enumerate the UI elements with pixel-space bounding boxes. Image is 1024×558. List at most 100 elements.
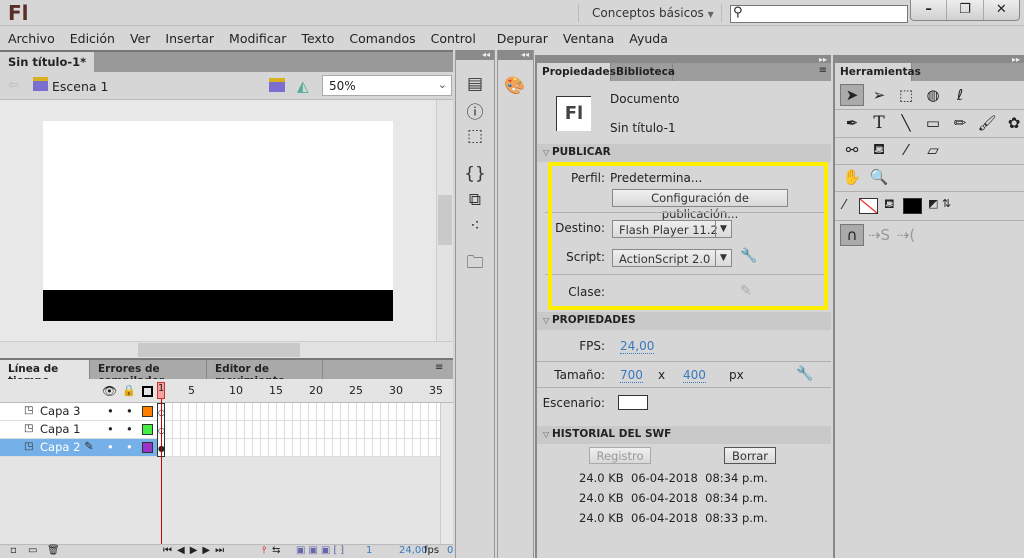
stroke-color-swatch[interactable] bbox=[859, 198, 878, 214]
edit-scene-icon[interactable] bbox=[269, 78, 285, 92]
visibility-dot[interactable]: • bbox=[107, 422, 114, 436]
stage-color-swatch[interactable] bbox=[618, 395, 648, 410]
loop-icon[interactable]: ⇆ bbox=[272, 545, 280, 556]
motion-presets-icon[interactable]: ⁖ bbox=[462, 214, 488, 238]
layer-row[interactable]: ◳ Capa 1 • • bbox=[0, 421, 157, 439]
visibility-dot[interactable]: • bbox=[107, 440, 114, 454]
center-frame-icon[interactable]: ⫯ bbox=[262, 545, 266, 556]
menu-depurar[interactable]: Depurar bbox=[497, 31, 548, 46]
timeline-scrollbar[interactable] bbox=[440, 403, 453, 544]
tab-library[interactable]: Biblioteca bbox=[611, 63, 675, 81]
menu-ventana[interactable]: Ventana bbox=[563, 31, 614, 46]
zoom-tool-icon[interactable]: 🔍 bbox=[867, 166, 891, 188]
lock-dot[interactable]: • bbox=[126, 440, 133, 454]
layer-color[interactable] bbox=[142, 424, 153, 435]
menu-texto[interactable]: Texto bbox=[301, 31, 334, 46]
eye-icon[interactable]: 👁 bbox=[102, 384, 117, 398]
scroll-thumb[interactable] bbox=[138, 343, 300, 357]
frame-row[interactable] bbox=[165, 439, 440, 457]
text-tool-icon[interactable]: T bbox=[867, 112, 891, 134]
tab-properties[interactable]: Propiedades bbox=[537, 63, 616, 81]
menu-ayuda[interactable]: Ayuda bbox=[629, 31, 668, 46]
menu-modificar[interactable]: Modificar bbox=[229, 31, 286, 46]
free-transform-tool-icon[interactable]: ⬚ bbox=[894, 84, 918, 106]
height-value[interactable]: 400 bbox=[683, 368, 706, 383]
hand-tool-icon[interactable]: ✋ bbox=[840, 166, 864, 188]
width-value[interactable]: 700 bbox=[620, 368, 643, 383]
line-tool-icon[interactable]: ╲ bbox=[894, 112, 918, 134]
vertical-scrollbar[interactable] bbox=[436, 100, 453, 341]
layer-row-selected[interactable]: ◳ Capa 2 ✎ • • bbox=[0, 439, 157, 457]
current-frame[interactable]: 1 bbox=[366, 545, 372, 556]
onion-skin-icons[interactable]: ▣▣▣⁅⁆ bbox=[296, 545, 347, 556]
components-icon[interactable]: ⧉ bbox=[462, 188, 488, 212]
new-layer-icon[interactable]: ▫ bbox=[10, 545, 17, 556]
paint-bucket-tool-icon[interactable]: ⛾ bbox=[867, 139, 891, 161]
outline-icon[interactable] bbox=[142, 386, 153, 397]
info-icon[interactable]: ⓘ bbox=[462, 98, 488, 123]
bone-tool-icon[interactable]: ⚯ bbox=[840, 139, 864, 161]
tab-timeline[interactable]: Línea de tiempo bbox=[0, 360, 90, 387]
fps-value[interactable]: 24,00 bbox=[620, 339, 655, 354]
smooth-icon[interactable]: ⇢S bbox=[867, 224, 891, 246]
menu-control[interactable]: Control bbox=[431, 31, 476, 46]
lock-icon[interactable]: 🔒 bbox=[122, 384, 136, 397]
minimize-button[interactable]: – bbox=[911, 0, 948, 20]
menu-insertar[interactable]: Insertar bbox=[165, 31, 214, 46]
collapse-icon[interactable]: ◂◂ bbox=[498, 50, 533, 60]
snap-to-objects-icon[interactable]: ∩ bbox=[840, 224, 864, 246]
pencil-tool-icon[interactable]: ✏ bbox=[948, 112, 972, 134]
frame-row[interactable] bbox=[165, 421, 440, 439]
edit-symbols-icon[interactable]: ◭ bbox=[297, 77, 309, 95]
lock-dot[interactable]: • bbox=[126, 404, 133, 418]
eraser-tool-icon[interactable]: ▱ bbox=[921, 139, 945, 161]
pen-tool-icon[interactable]: ✒ bbox=[840, 112, 864, 134]
panel-menu-icon[interactable]: ≡ bbox=[435, 362, 443, 373]
align-icon[interactable]: ▤ bbox=[462, 72, 488, 96]
transform-icon[interactable]: ⬚ bbox=[462, 124, 488, 148]
layer-color[interactable] bbox=[142, 406, 153, 417]
horizontal-scrollbar[interactable] bbox=[0, 341, 453, 358]
new-folder-icon[interactable]: ▭ bbox=[28, 545, 37, 556]
frame-row[interactable] bbox=[165, 403, 440, 421]
subselection-tool-icon[interactable]: ➢ bbox=[867, 84, 891, 106]
menu-edicion[interactable]: Edición bbox=[70, 31, 115, 46]
playback-controls[interactable]: ⏮◀▶▶⏭ bbox=[163, 545, 229, 556]
default-colors-icon[interactable]: ◩ bbox=[928, 197, 938, 210]
swap-colors-icon[interactable]: ⇅ bbox=[942, 197, 951, 210]
log-button[interactable]: Registro bbox=[589, 447, 651, 464]
search-input[interactable]: ⚲ bbox=[730, 5, 908, 23]
straighten-icon[interactable]: ⇢( bbox=[894, 224, 918, 246]
collapse-icon[interactable]: ◂◂ bbox=[456, 50, 494, 60]
code-snippets-icon[interactable]: {} bbox=[462, 162, 488, 186]
deco-tool-icon[interactable]: ✿ bbox=[1002, 112, 1024, 134]
panel-menu-icon[interactable]: ≡ bbox=[819, 65, 827, 76]
section-publish[interactable]: ▽ PUBLICAR bbox=[537, 144, 831, 162]
3d-rotation-tool-icon[interactable]: ◍ bbox=[921, 84, 945, 106]
tab-motion-editor[interactable]: Editor de movimiento bbox=[207, 360, 323, 387]
stage[interactable] bbox=[43, 121, 393, 290]
selection-tool-icon[interactable]: ➤ bbox=[840, 84, 864, 106]
collapse-icon[interactable]: ▸▸ bbox=[537, 55, 831, 64]
restore-button[interactable]: ❐ bbox=[947, 0, 984, 20]
menu-ver[interactable]: Ver bbox=[130, 31, 150, 46]
close-button[interactable]: ✕ bbox=[984, 0, 1019, 20]
brush-tool-icon[interactable]: 🖌 bbox=[975, 112, 999, 134]
menu-comandos[interactable]: Comandos bbox=[349, 31, 415, 46]
lock-dot[interactable]: • bbox=[126, 422, 133, 436]
clear-button[interactable]: Borrar bbox=[724, 447, 776, 464]
section-swf-history[interactable]: ▽ HISTORIAL DEL SWF bbox=[537, 426, 831, 444]
visibility-dot[interactable]: • bbox=[107, 404, 114, 418]
black-rectangle-shape[interactable] bbox=[43, 290, 393, 321]
color-palette-icon[interactable]: 🎨 bbox=[502, 74, 528, 98]
wrench-icon[interactable]: 🔧 bbox=[796, 366, 813, 382]
layer-color[interactable] bbox=[142, 442, 153, 453]
workspace-switcher[interactable]: Conceptos básicos ▼ bbox=[592, 6, 714, 20]
scroll-thumb[interactable] bbox=[438, 195, 452, 245]
section-properties[interactable]: ▽ PROPIEDADES bbox=[537, 312, 831, 330]
collapse-icon[interactable]: ▸▸ bbox=[835, 55, 1024, 64]
project-icon[interactable]: 🗀 bbox=[462, 252, 488, 276]
rectangle-tool-icon[interactable]: ▭ bbox=[921, 112, 945, 134]
fill-color-swatch[interactable] bbox=[903, 198, 922, 214]
tab-compiler-errors[interactable]: Errores de compilador bbox=[90, 360, 207, 387]
